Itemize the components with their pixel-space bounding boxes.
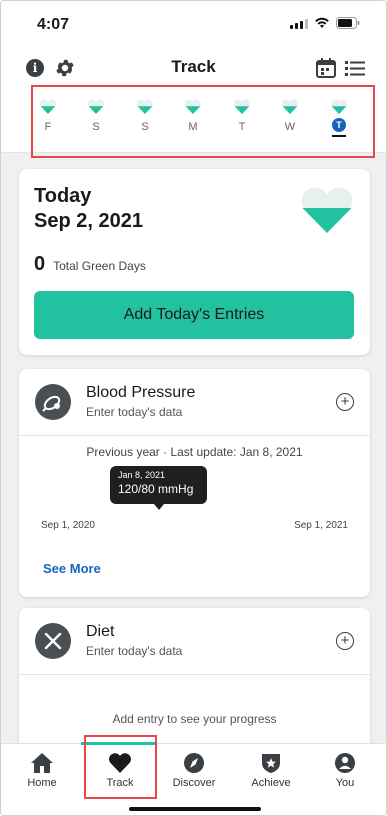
week-highlight-box	[31, 85, 375, 158]
bp-last-update: Previous year · Last update: Jan 8, 2021	[86, 445, 303, 459]
blood-pressure-card[interactable]: Blood Pressure Enter today's data + Prev…	[19, 369, 370, 597]
card-subtitle: Enter today's data	[86, 405, 183, 419]
green-days-label: Total Green Days	[53, 259, 146, 273]
tab-discover[interactable]: Discover	[159, 752, 229, 789]
divider	[19, 674, 370, 675]
home-indicator	[129, 807, 261, 811]
app-screen: 4:07 i Track F S S M T W T Today Sep 2, …	[0, 0, 387, 816]
signal-icon	[290, 19, 308, 29]
track-tab-highlight-box	[84, 735, 157, 799]
add-diet-button[interactable]: +	[336, 632, 354, 650]
shield-star-icon	[262, 754, 280, 773]
top-header: i Track	[1, 45, 386, 89]
tooltip-date: Jan 8, 2021	[118, 470, 166, 480]
today-label: Today	[34, 185, 92, 207]
green-days-count: 0	[34, 253, 46, 275]
tab-home[interactable]: Home	[7, 752, 77, 789]
status-bar: 4:07	[1, 1, 386, 45]
card-subtitle: Enter today's data	[86, 644, 183, 658]
tab-achieve[interactable]: Achieve	[236, 752, 306, 789]
home-icon	[31, 753, 53, 773]
diet-progress-hint: Add entry to see your progress	[112, 712, 277, 726]
bottom-tab-bar: Home Track Discover Achieve You	[1, 742, 386, 815]
card-title: Diet	[86, 623, 115, 640]
axis-end-label: Sep 1, 2021	[294, 520, 348, 531]
wifi-icon	[315, 17, 329, 28]
card-title: Blood Pressure	[86, 384, 196, 401]
blood-pressure-icon	[35, 384, 71, 420]
add-entries-button[interactable]: Add Today's Entries	[34, 291, 354, 339]
today-heading: Today Sep 2, 2021	[34, 184, 143, 234]
person-icon	[335, 753, 355, 773]
status-icons	[290, 17, 360, 29]
add-blood-pressure-button[interactable]: +	[336, 393, 354, 411]
battery-icon	[336, 17, 360, 29]
see-more-link[interactable]: See More	[43, 561, 101, 576]
divider	[19, 435, 370, 436]
today-card: Today Sep 2, 2021 0 Total Green Days Add…	[19, 169, 370, 355]
tab-label: You	[335, 777, 355, 789]
bp-tooltip: Jan 8, 2021 120/80 mmHg	[110, 466, 207, 510]
status-time: 4:07	[37, 16, 70, 33]
tab-you[interactable]: You	[310, 752, 380, 789]
axis-start-label: Sep 1, 2020	[41, 520, 95, 531]
diet-icon	[35, 623, 71, 659]
tab-label: Achieve	[251, 777, 291, 789]
list-icon[interactable]	[345, 59, 365, 77]
calendar-icon[interactable]	[315, 57, 337, 79]
tooltip-arrow	[154, 504, 164, 510]
tab-label: Discover	[172, 777, 216, 789]
green-days-summary: 0 Total Green Days	[34, 253, 146, 276]
today-date: Sep 2, 2021	[34, 210, 143, 232]
tab-label: Home	[27, 777, 57, 789]
compass-icon	[184, 753, 204, 773]
heart-status-icon	[301, 187, 353, 233]
tooltip-value: 120/80 mmHg	[118, 482, 194, 496]
